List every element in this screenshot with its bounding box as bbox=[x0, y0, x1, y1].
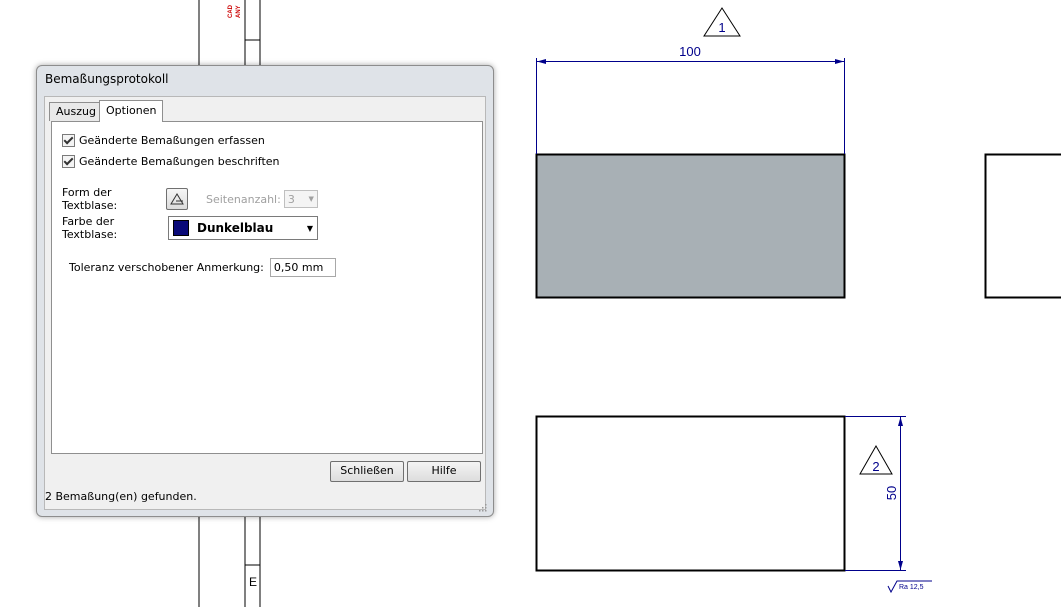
color-swatch bbox=[173, 220, 189, 236]
revision-number-1: 1 bbox=[718, 20, 725, 35]
tab-auszug[interactable]: Auszug bbox=[49, 102, 103, 121]
dialog-body: Auszug Optionen Geänderte Bemaßungen erf… bbox=[44, 96, 486, 510]
tolerance-input[interactable]: 0,50 mm bbox=[269, 258, 336, 277]
dimension-text-50[interactable]: 50 bbox=[884, 486, 899, 500]
status-text: 2 Bemaßung(en) gefunden. bbox=[45, 490, 197, 503]
bubble-color-label: Farbe der Textblase: bbox=[62, 215, 118, 241]
arrowhead bbox=[835, 59, 844, 64]
label-changed-label: Geänderte Bemaßungen beschriften bbox=[79, 155, 280, 168]
title-block-red-text: CAD bbox=[228, 5, 234, 18]
chevron-down-icon: ▼ bbox=[308, 195, 314, 203]
capture-changed-checkbox[interactable] bbox=[62, 134, 75, 147]
capture-changed-row[interactable]: Geänderte Bemaßungen erfassen bbox=[62, 134, 265, 147]
part-face-front[interactable] bbox=[535, 415, 846, 572]
chevron-down-icon: ▼ bbox=[306, 223, 313, 233]
sides-value: 3 bbox=[287, 192, 295, 206]
bubble-color-value: Dunkelblau bbox=[197, 221, 274, 235]
close-button[interactable]: Schließen bbox=[330, 461, 404, 482]
label-changed-checkbox[interactable] bbox=[62, 155, 75, 168]
arrowhead bbox=[898, 561, 903, 570]
capture-changed-label: Geänderte Bemaßungen erfassen bbox=[79, 134, 265, 147]
sides-label: Seitenanzahl: bbox=[206, 192, 281, 206]
revision-number-2: 2 bbox=[872, 459, 879, 474]
bubble-color-select[interactable]: Dunkelblau ▼ bbox=[168, 216, 318, 240]
bubble-shape-label: Form der Textblase: bbox=[62, 186, 118, 212]
dimension-log-dialog: Bemaßungsprotokoll Auszug Optionen Geänd… bbox=[36, 65, 494, 517]
triangle-icon bbox=[170, 193, 184, 205]
arrowhead bbox=[537, 59, 546, 64]
label-changed-row[interactable]: Geänderte Bemaßungen beschriften bbox=[62, 155, 280, 168]
part-face-side[interactable] bbox=[984, 153, 1061, 299]
part-face-shaded[interactable] bbox=[535, 153, 846, 299]
bubble-shape-button[interactable] bbox=[166, 188, 188, 210]
surface-roughness-text: Ra 12,5 bbox=[899, 584, 924, 591]
options-panel: Geänderte Bemaßungen erfassen Geänderte … bbox=[51, 121, 483, 454]
tab-optionen[interactable]: Optionen bbox=[99, 100, 164, 122]
zone-letter: E bbox=[249, 575, 258, 589]
arrowhead bbox=[898, 417, 903, 426]
resize-grip-icon[interactable] bbox=[479, 504, 487, 512]
title-block-red-text: ANY bbox=[236, 5, 242, 18]
tolerance-label: Toleranz verschobener Anmerkung: bbox=[69, 261, 264, 274]
help-button[interactable]: Hilfe bbox=[407, 461, 481, 482]
dimension-text-100[interactable]: 100 bbox=[679, 44, 701, 59]
sides-select[interactable]: 3 ▼ bbox=[283, 190, 318, 208]
dialog-title: Bemaßungsprotokoll bbox=[45, 72, 169, 86]
